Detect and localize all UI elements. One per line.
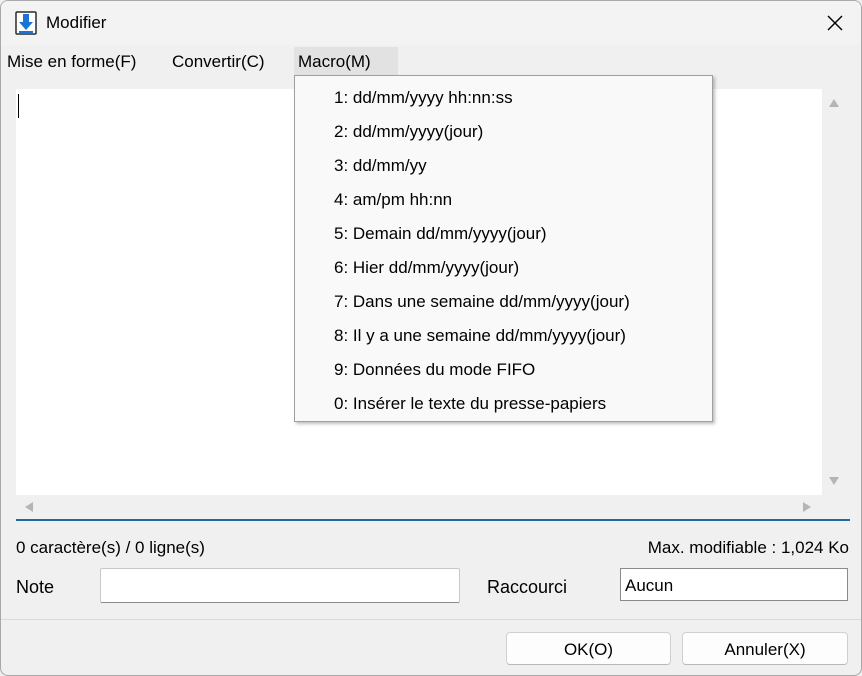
download-arrow-icon	[15, 11, 37, 35]
macro-item-2[interactable]: 2: dd/mm/yyyy(jour)	[334, 122, 483, 142]
close-button[interactable]	[809, 1, 861, 45]
modifier-dialog: Modifier Mise en forme(F) Convertir(C) M…	[0, 0, 862, 676]
footer-separator	[1, 619, 861, 620]
macro-item-9[interactable]: 9: Données du mode FIFO	[334, 360, 535, 380]
title-bar: Modifier	[1, 1, 861, 45]
vertical-scrollbar[interactable]	[822, 89, 844, 495]
shortcut-input[interactable]: Aucun	[620, 568, 848, 601]
scroll-right-arrow-icon[interactable]	[803, 502, 811, 512]
macro-item-8[interactable]: 8: Il y a une semaine dd/mm/yyyy(jour)	[334, 326, 626, 346]
menu-convert[interactable]: Convertir(C)	[168, 47, 269, 75]
editor-focus-underline	[16, 519, 850, 521]
scroll-up-arrow-icon[interactable]	[829, 99, 839, 107]
scrollbar-corner	[822, 495, 844, 519]
menu-bar: Mise en forme(F) Convertir(C) Macro(M)	[1, 47, 861, 75]
macro-dropdown-menu: 1: dd/mm/yyyy hh:nn:ss 2: dd/mm/yyyy(jou…	[294, 75, 713, 422]
shortcut-label: Raccourci	[487, 577, 568, 597]
macro-item-1[interactable]: 1: dd/mm/yyyy hh:nn:ss	[334, 88, 513, 108]
menu-macro[interactable]: Macro(M)	[294, 47, 398, 75]
scroll-down-arrow-icon[interactable]	[829, 477, 839, 485]
macro-item-4[interactable]: 4: am/pm hh:nn	[334, 190, 452, 210]
char-line-count: 0 caractère(s) / 0 ligne(s)	[16, 538, 205, 557]
window-title: Modifier	[46, 13, 107, 32]
macro-item-0[interactable]: 0: Insérer le texte du presse-papiers	[334, 394, 606, 414]
cancel-button[interactable]: Annuler(X)	[682, 632, 848, 665]
close-icon	[827, 15, 843, 31]
menu-format[interactable]: Mise en forme(F)	[3, 47, 140, 75]
macro-item-7[interactable]: 7: Dans une semaine dd/mm/yyyy(jour)	[334, 292, 630, 312]
text-caret	[18, 94, 19, 118]
macro-item-6[interactable]: 6: Hier dd/mm/yyyy(jour)	[334, 258, 519, 278]
macro-item-5[interactable]: 5: Demain dd/mm/yyyy(jour)	[334, 224, 547, 244]
note-input[interactable]	[100, 568, 460, 603]
note-label: Note	[16, 577, 55, 597]
max-editable-size: Max. modifiable : 1,024 Ko	[647, 538, 849, 557]
macro-item-3[interactable]: 3: dd/mm/yy	[334, 156, 427, 176]
scroll-left-arrow-icon[interactable]	[25, 502, 33, 512]
ok-button[interactable]: OK(O)	[506, 632, 671, 665]
horizontal-scrollbar[interactable]	[16, 495, 822, 519]
